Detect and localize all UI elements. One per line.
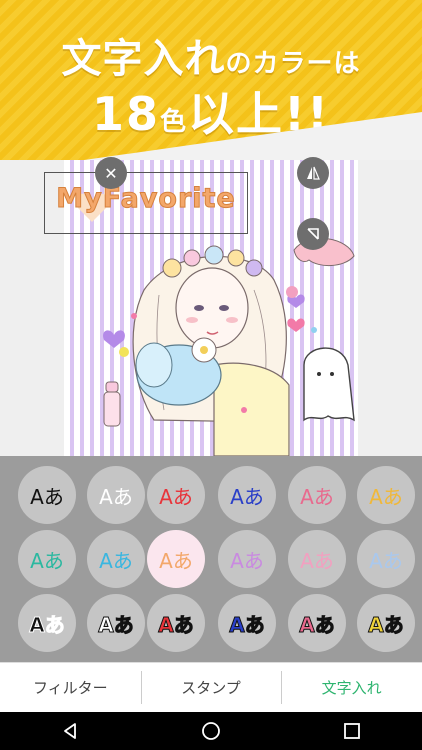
swatch-label: Aあ	[230, 548, 264, 573]
tab-text[interactable]: 文字入れ	[281, 663, 422, 712]
close-icon: ✕	[104, 163, 118, 183]
swatch-label: Aあ	[30, 548, 64, 573]
promo-headline-line1: 文字入れのカラーは	[0, 26, 422, 84]
color-swatch[interactable]: Aあ	[18, 466, 76, 524]
bottom-tab-bar: フィルター スタンプ 文字入れ	[0, 662, 422, 712]
resize-text-button[interactable]	[297, 218, 329, 250]
flip-icon	[307, 166, 320, 180]
back-icon	[64, 723, 77, 739]
promo-line1-main: 文字入れ	[61, 36, 226, 82]
tab-text-label: 文字入れ	[321, 679, 382, 697]
swatch-label: Aあ	[369, 548, 403, 573]
tab-stamp[interactable]: スタンプ	[140, 663, 282, 712]
color-swatch[interactable]: Aあ	[147, 466, 205, 524]
color-swatch[interactable]: Aあ	[87, 530, 145, 588]
nav-back-button[interactable]	[40, 712, 100, 750]
color-swatch[interactable]: Aあ	[288, 594, 346, 652]
swatch-label: Aあ	[230, 484, 264, 509]
swatch-label: Aあ	[368, 612, 404, 637]
swatch-label: Aあ	[99, 484, 133, 509]
color-swatch[interactable]: Aあ	[288, 466, 346, 524]
swatch-label: Aあ	[300, 484, 334, 509]
swatch-label: Aあ	[29, 612, 65, 637]
swatch-label: Aあ	[369, 484, 403, 509]
promo-line2-small: 色	[160, 107, 189, 137]
color-swatch[interactable]: Aあ	[288, 530, 346, 588]
color-swatch[interactable]: Aあ	[18, 530, 76, 588]
text-color-palette: Aあ Aあ Aあ Aあ Aあ Aあ Aあ Aあ Aあ Aあ Aあ Aあ Aあ Aあ Aあ Aあ Aあ Aあ	[0, 456, 422, 662]
promo-line2-number: 18	[92, 87, 161, 141]
color-swatch[interactable]: Aあ	[147, 594, 205, 652]
tab-filter[interactable]: フィルター	[0, 663, 141, 712]
swatch-label: Aあ	[30, 484, 64, 509]
color-swatch[interactable]: Aあ	[218, 530, 276, 588]
color-swatch[interactable]: Aあ	[357, 530, 415, 588]
color-swatch[interactable]: Aあ	[357, 594, 415, 652]
swatch-label: Aあ	[229, 612, 265, 637]
color-swatch[interactable]: Aあ	[18, 594, 76, 652]
recents-icon	[343, 723, 360, 739]
color-swatch[interactable]: Aあ	[87, 466, 145, 524]
color-swatch[interactable]: Aあ	[218, 466, 276, 524]
editor-stage: MyFavorite ✕	[0, 157, 422, 456]
color-swatch[interactable]: Aあ	[147, 530, 205, 588]
tab-filter-label: フィルター	[32, 679, 108, 697]
nav-recents-button[interactable]	[322, 712, 382, 750]
swatch-label: Aあ	[98, 612, 134, 637]
tab-stamp-label: スタンプ	[181, 679, 241, 697]
text-selection-box[interactable]: MyFavorite	[44, 172, 248, 234]
nav-home-button[interactable]	[181, 712, 241, 750]
swatch-label: Aあ	[159, 484, 193, 509]
swatch-label: Aあ	[300, 548, 334, 573]
swatch-label: Aあ	[99, 548, 133, 573]
swatch-label: Aあ	[158, 612, 194, 637]
color-swatch[interactable]: Aあ	[357, 466, 415, 524]
swatch-label: Aあ	[159, 548, 193, 573]
close-text-button[interactable]: ✕	[95, 157, 127, 189]
promo-line1-small: のカラーは	[225, 49, 361, 79]
swatch-label: Aあ	[299, 612, 335, 637]
overlay-text: MyFavorite	[56, 183, 236, 215]
resize-icon	[307, 228, 319, 240]
home-icon	[202, 722, 220, 740]
color-swatch[interactable]: Aあ	[218, 594, 276, 652]
color-swatch[interactable]: Aあ	[87, 594, 145, 652]
flip-text-button[interactable]	[297, 157, 329, 189]
system-nav-bar	[0, 712, 422, 750]
